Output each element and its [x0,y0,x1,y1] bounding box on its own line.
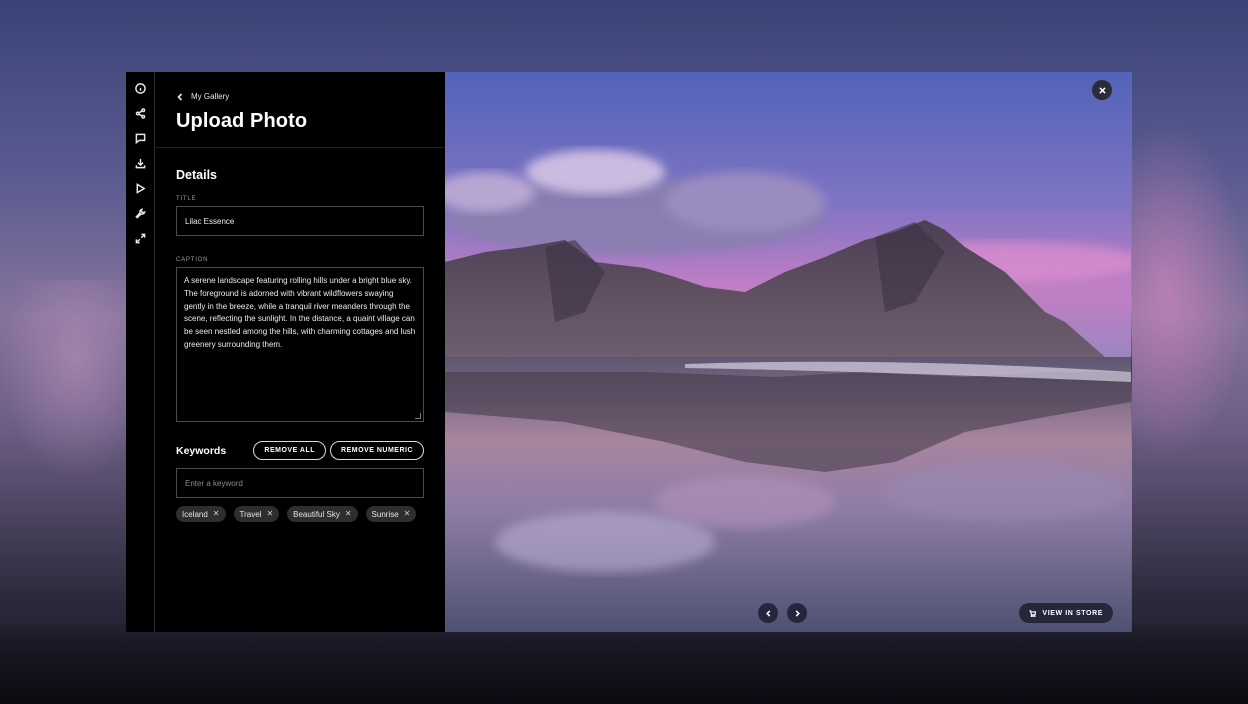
remove-tag-icon[interactable]: ✕ [345,510,352,518]
keyword-tag: Sunrise ✕ [365,506,417,522]
info-icon[interactable] [132,80,148,96]
resize-grip-icon[interactable] [415,413,421,419]
remove-tag-icon[interactable]: ✕ [266,510,273,518]
remove-numeric-button[interactable]: REMOVE NUMERIC [330,441,424,460]
details-heading: Details [176,168,217,182]
chevron-left-icon [765,609,770,617]
close-icon [1098,86,1106,94]
remove-all-button[interactable]: REMOVE ALL [253,441,327,460]
title-label: TITLE [176,196,197,202]
background-blur-left [0,280,126,480]
remove-tag-icon[interactable]: ✕ [404,510,411,518]
upload-panel: My Gallery Upload Photo Details TITLE Li… [155,72,445,632]
caption-textarea[interactable]: A serene landscape featuring rolling hil… [176,267,424,422]
landscape-photo [445,72,1131,632]
breadcrumb-back-link[interactable]: My Gallery [176,92,424,101]
next-photo-button[interactable] [787,603,807,623]
keyword-input[interactable]: Enter a keyword [176,468,424,498]
expand-icon[interactable] [132,230,148,246]
background-blur-bottom [0,624,1248,704]
view-in-store-button[interactable]: VIEW IN STORE [1019,603,1113,623]
keyword-tag: Beautiful Sky ✕ [287,506,358,522]
upload-photo-window: My Gallery Upload Photo Details TITLE Li… [126,72,1132,632]
chevron-right-icon [795,609,800,617]
tag-label: Beautiful Sky [293,509,340,519]
previous-photo-button[interactable] [758,603,778,623]
caption-label: CAPTION [176,257,209,263]
keyword-tag: Iceland ✕ [176,506,226,522]
share-icon[interactable] [132,105,148,121]
comment-icon[interactable] [132,130,148,146]
wrench-icon[interactable] [132,205,148,221]
tag-label: Sunrise [371,509,399,519]
close-button[interactable] [1092,80,1112,100]
keywords-header: Keywords REMOVE ALL REMOVE NUMERIC [176,441,424,460]
chevron-left-icon [177,92,183,101]
keywords-heading: Keywords [176,444,227,457]
remove-tag-icon[interactable]: ✕ [213,510,220,518]
cart-icon [1029,609,1037,617]
page-title: Upload Photo [176,110,308,132]
play-icon[interactable] [132,180,148,196]
view-in-store-label: VIEW IN STORE [1042,609,1103,617]
caption-text: A serene landscape featuring rolling hil… [184,276,416,349]
keyword-tags: Iceland ✕ Travel ✕ Beautiful Sky ✕ Sunri… [176,506,424,522]
download-icon[interactable] [132,155,148,171]
tag-label: Travel [239,509,262,519]
panel-header: My Gallery Upload Photo [155,72,445,148]
tool-rail [126,72,155,632]
panel-body: Details TITLE Lilac Essence CAPTION A se… [155,148,445,522]
breadcrumb-label: My Gallery [191,92,230,101]
background-blur-right [1132,120,1248,460]
photo-viewer: VIEW IN STORE [445,72,1132,632]
title-field[interactable]: Lilac Essence [176,206,424,236]
keyword-tag: Travel ✕ [233,506,280,522]
tag-label: Iceland [182,509,208,519]
